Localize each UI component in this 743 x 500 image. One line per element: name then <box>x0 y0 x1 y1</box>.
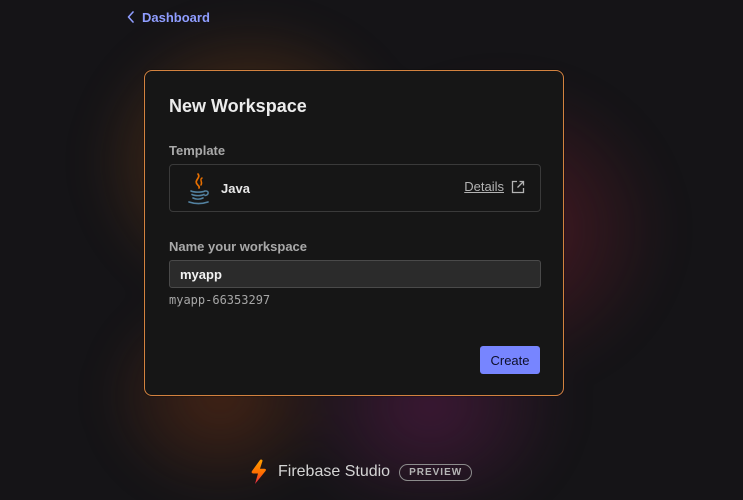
external-link-icon <box>511 180 525 193</box>
brand-name: Firebase Studio <box>278 463 391 480</box>
workspace-name-input[interactable] <box>169 260 541 288</box>
footer-branding: Firebase Studio PREVIEW <box>249 459 473 485</box>
template-name: Java <box>221 181 250 196</box>
workspace-id: myapp-66353297 <box>169 293 271 307</box>
new-workspace-card: New Workspace Template Java Details Name… <box>144 70 564 396</box>
template-label: Template <box>169 143 226 158</box>
template-details-link[interactable]: Details <box>464 179 525 194</box>
workspace-name-label: Name your workspace <box>169 239 308 254</box>
java-icon <box>188 173 209 205</box>
details-link-label: Details <box>464 179 504 194</box>
chevron-left-icon <box>127 11 134 23</box>
back-to-dashboard-link[interactable]: Dashboard <box>127 8 210 26</box>
card-title: New Workspace <box>169 96 307 116</box>
preview-badge: PREVIEW <box>399 463 473 481</box>
firebase-studio-logo-icon <box>251 459 266 484</box>
create-button[interactable]: Create <box>480 346 540 374</box>
template-selector: Java Details <box>169 164 541 212</box>
back-link-label: Dashboard <box>142 9 210 25</box>
